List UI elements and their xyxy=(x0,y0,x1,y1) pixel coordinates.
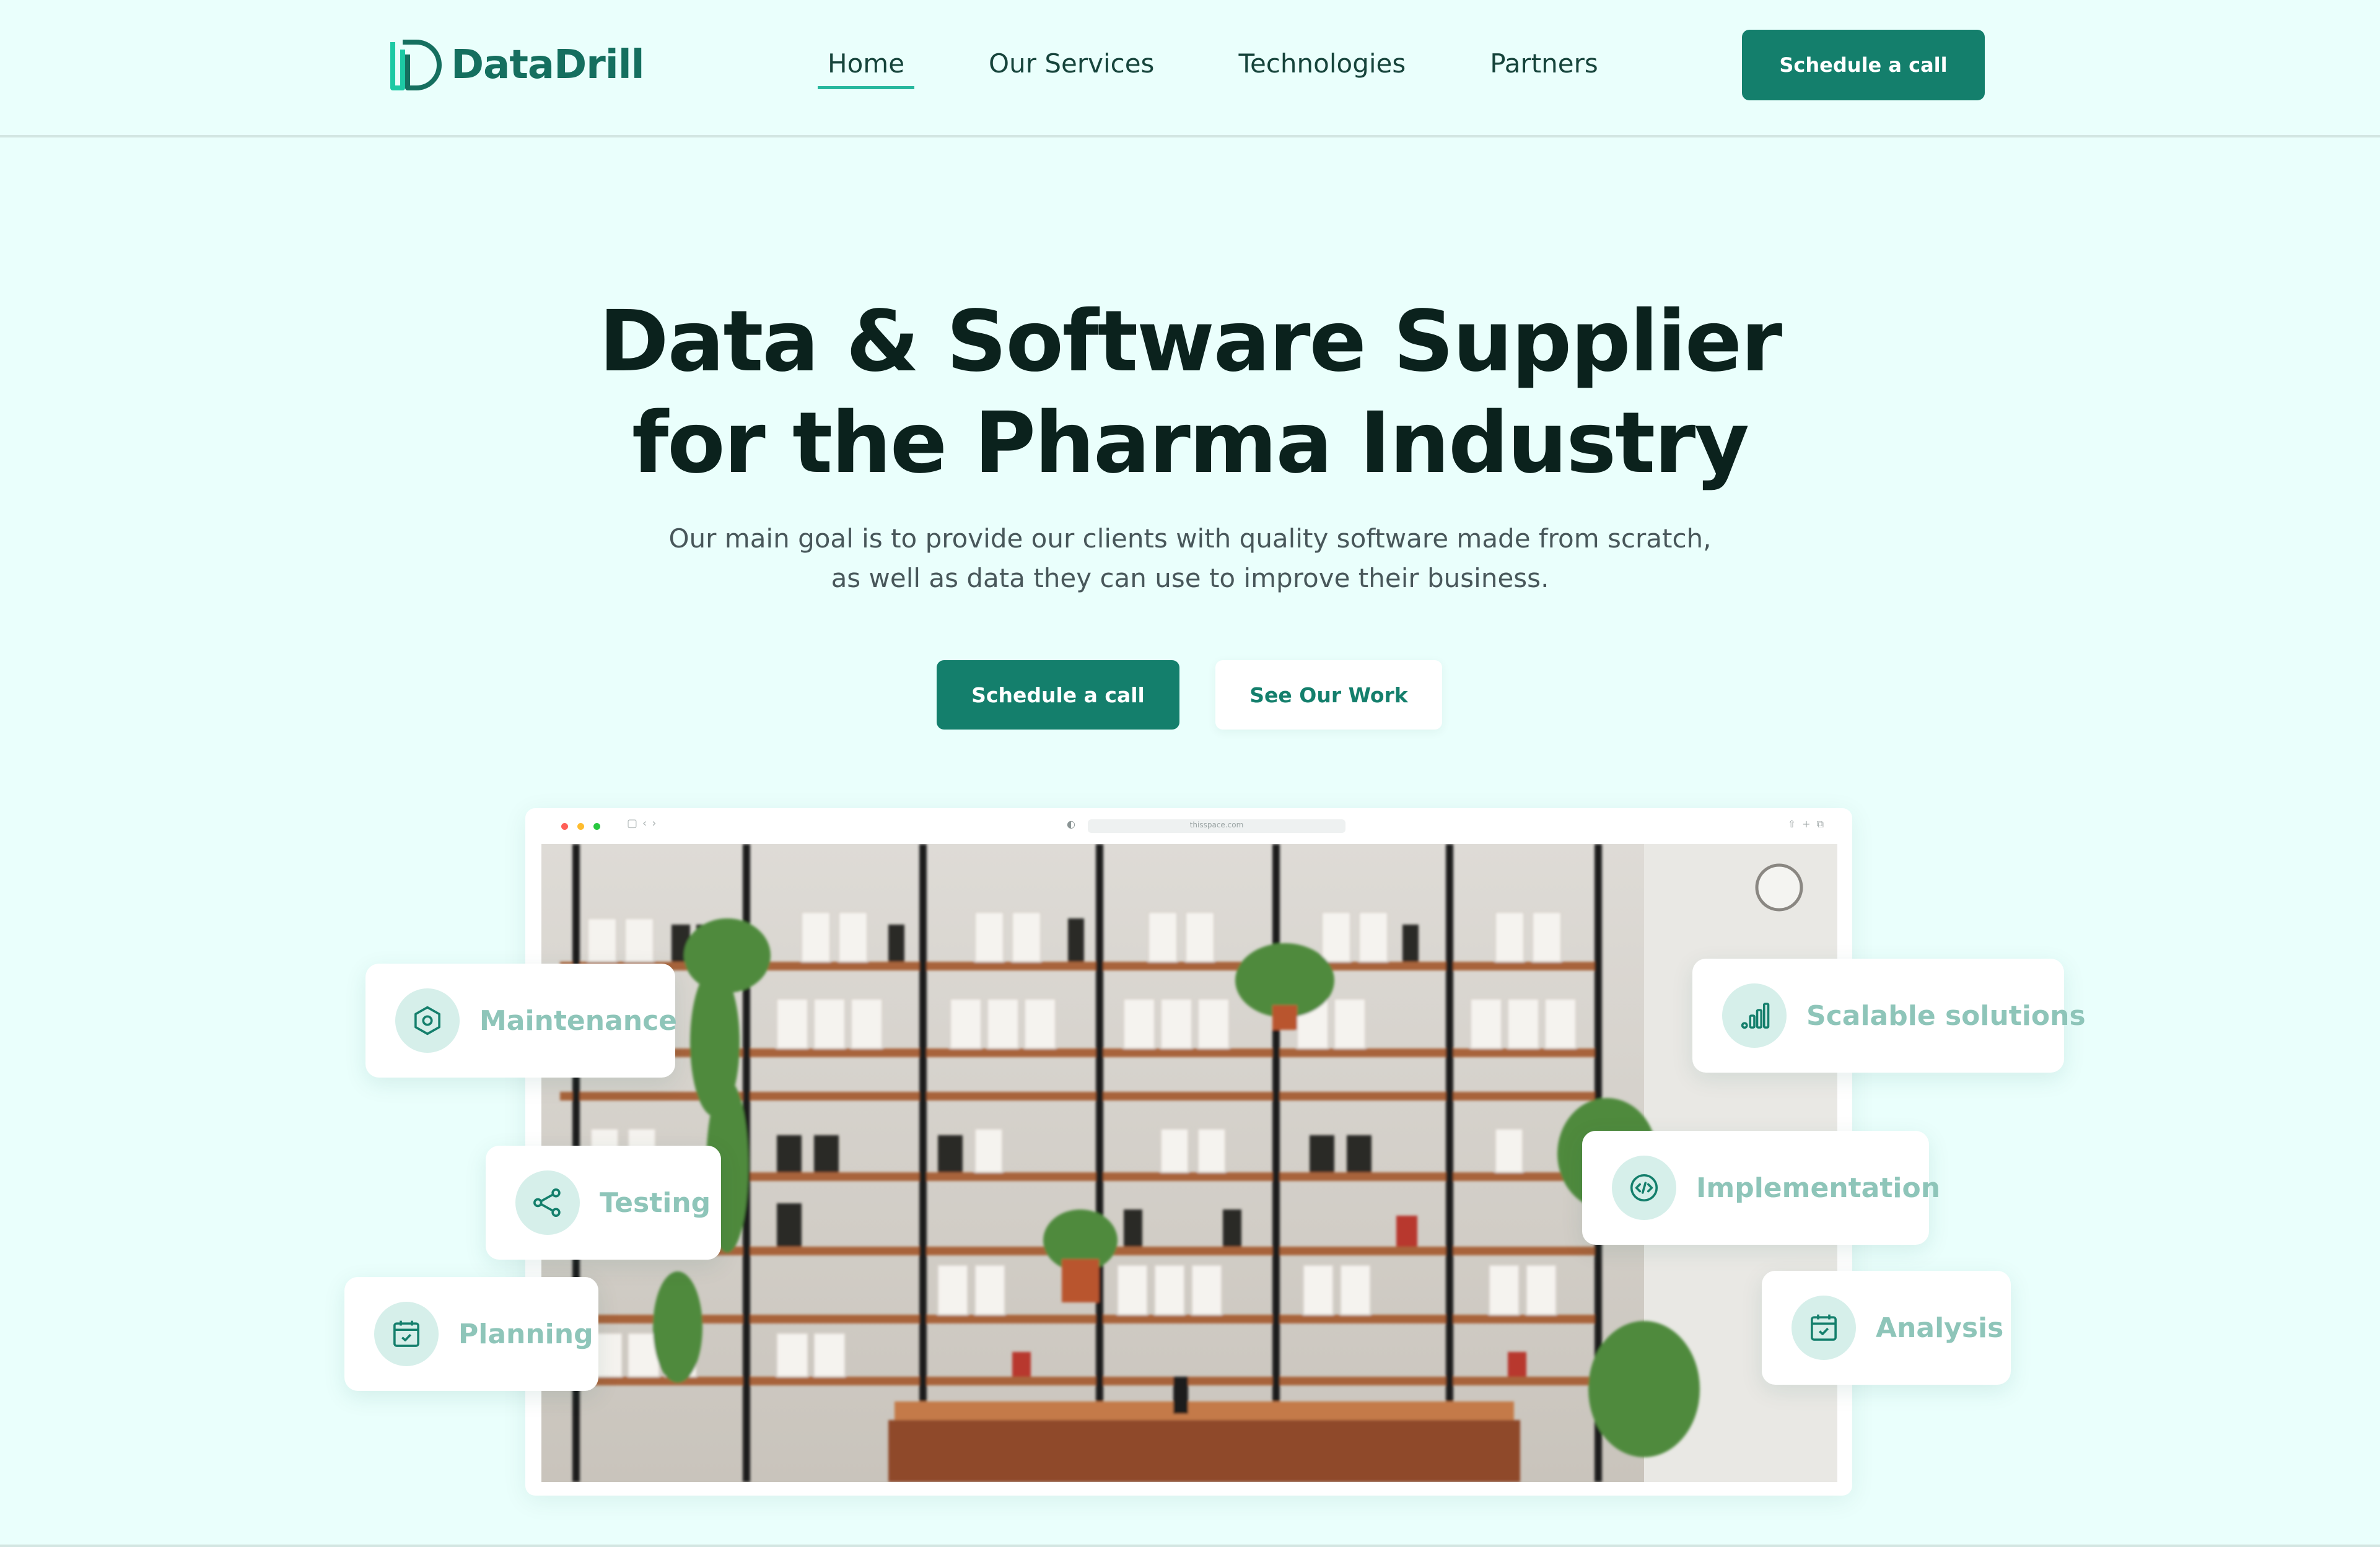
feature-label: Maintenance xyxy=(479,1004,678,1037)
calendar-check-icon xyxy=(393,1320,419,1347)
bar-chart-icon xyxy=(1741,1003,1770,1029)
main-nav: Home Our Services Technologies Partners xyxy=(818,45,1673,89)
see-our-work-button[interactable]: See Our Work xyxy=(1215,660,1442,730)
hero-title-line-1: Data & Software Supplier xyxy=(598,293,1782,391)
feature-icon-wrap xyxy=(395,988,460,1053)
code-icon xyxy=(1630,1174,1658,1202)
hero-title: Data & Software Supplier for the Pharma … xyxy=(0,291,2380,494)
feature-label: Planning xyxy=(458,1318,593,1350)
hexagon-nut-icon xyxy=(414,1006,440,1035)
hero-subtitle-line-1: Our main goal is to provide our clients … xyxy=(668,523,1712,554)
browser-chrome: ▢‹› ◐ thisspace.com ⇧+⧉ xyxy=(525,808,1852,844)
window-close-dot xyxy=(561,823,568,830)
hero-subtitle: Our main goal is to provide our clients … xyxy=(0,519,2380,598)
feature-icon-wrap xyxy=(515,1170,580,1235)
nav-item-technologies[interactable]: Technologies xyxy=(1228,45,1415,89)
browser-url-bar: thisspace.com xyxy=(1088,819,1345,833)
nav-item-our-services[interactable]: Our Services xyxy=(979,45,1164,89)
nav-item-partners[interactable]: Partners xyxy=(1480,45,1608,89)
header-schedule-call-button[interactable]: Schedule a call xyxy=(1742,30,1985,100)
feature-card-maintenance[interactable]: Maintenance xyxy=(365,964,678,1078)
feature-card-scalable-solutions[interactable]: Scalable solutions xyxy=(1692,959,2086,1073)
feature-card-implementation[interactable]: Implementation xyxy=(1582,1131,1940,1245)
browser-nav-arrows-icon: ▢‹› xyxy=(627,817,662,830)
window-minimize-dot xyxy=(577,823,584,830)
hero-schedule-call-button[interactable]: Schedule a call xyxy=(937,660,1179,730)
hero-subtitle-line-2: as well as data they can use to improve … xyxy=(831,563,1549,593)
share-nodes-icon xyxy=(533,1188,561,1217)
nav-item-home[interactable]: Home xyxy=(818,45,915,89)
feature-card-testing[interactable]: Testing xyxy=(486,1146,721,1260)
feature-icon-wrap xyxy=(374,1302,439,1366)
brand-logo[interactable]: DataDrill xyxy=(389,38,645,92)
feature-card-planning[interactable]: Planning xyxy=(344,1277,598,1391)
brand-name: DataDrill xyxy=(451,42,645,88)
site-header: DataDrill Home Our Services Technologies… xyxy=(0,0,2380,137)
feature-icon-wrap xyxy=(1792,1296,1856,1360)
feature-card-analysis[interactable]: Analysis xyxy=(1762,1271,2011,1385)
feature-icon-wrap xyxy=(1612,1156,1676,1220)
calendar-check-icon xyxy=(1811,1314,1837,1341)
feature-label: Implementation xyxy=(1696,1172,1941,1204)
feature-icon-wrap xyxy=(1722,983,1787,1048)
feature-label: Scalable solutions xyxy=(1806,1000,2086,1032)
feature-label: Testing xyxy=(600,1187,711,1219)
section-divider xyxy=(0,1545,2380,1547)
browser-toolbar-icons: ⇧+⧉ xyxy=(1787,818,1830,830)
browser-url-text: thisspace.com xyxy=(1189,821,1244,829)
feature-label: Analysis xyxy=(1876,1312,2004,1344)
datadrill-logo-icon xyxy=(390,40,442,90)
theme-toggle-icon: ◐ xyxy=(1067,818,1075,830)
window-maximize-dot xyxy=(593,823,600,830)
hero-title-line-2: for the Pharma Industry xyxy=(632,394,1749,492)
